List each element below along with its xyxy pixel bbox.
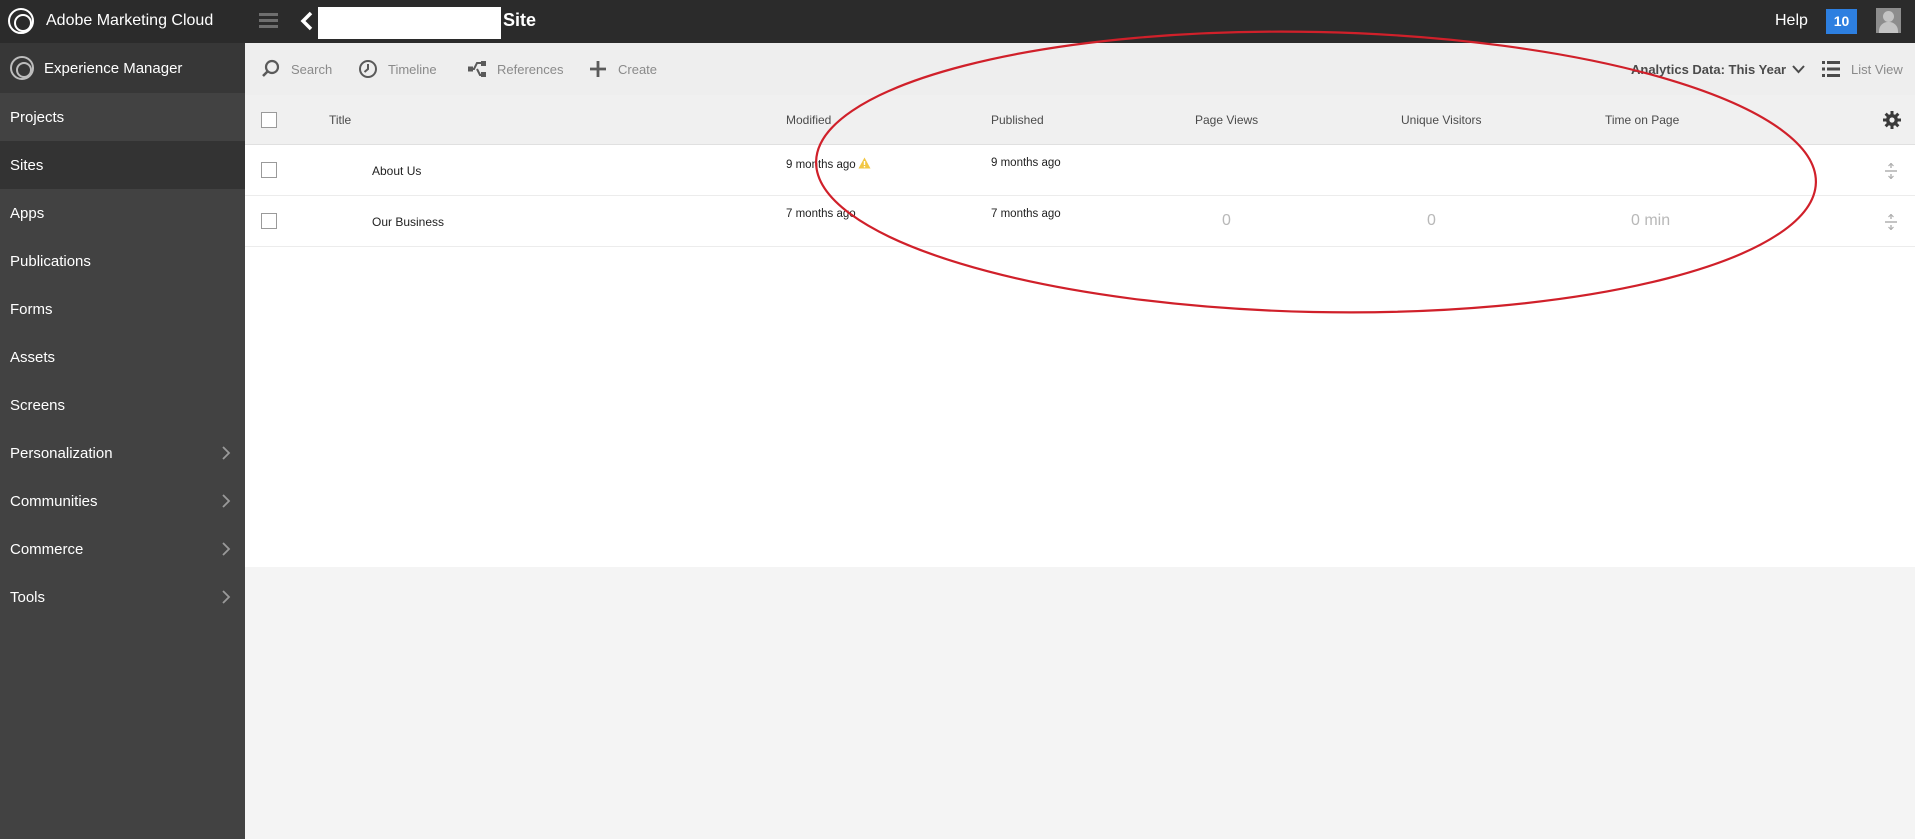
list-view-label: List View	[1851, 61, 1903, 77]
sidebar-item-forms[interactable]: Forms	[0, 285, 245, 333]
row-checkbox[interactable]	[261, 213, 277, 229]
menu-icon[interactable]	[259, 13, 278, 29]
sidebar-item-label: Publications	[10, 252, 91, 270]
chevron-right-icon	[222, 494, 231, 508]
sidebar-item-label: Screens	[10, 396, 66, 414]
search-button[interactable]: Search	[261, 43, 332, 95]
column-modified[interactable]: Modified	[786, 113, 831, 127]
column-unique-visitors[interactable]: Unique Visitors	[1401, 113, 1481, 127]
column-settings-gear-icon[interactable]	[1882, 110, 1902, 130]
analytics-data-dropdown[interactable]: Analytics Data: This Year	[1631, 43, 1805, 95]
sidebar-item-projects[interactable]: Projects	[0, 93, 245, 141]
sidebar-item-label: Forms	[10, 300, 53, 318]
list-view-button[interactable]: List View	[1821, 43, 1903, 95]
sidebar-item-label: Tools	[10, 588, 46, 606]
search-icon	[262, 59, 280, 77]
row-page-views: 0	[1222, 212, 1231, 229]
sidebar-item-apps[interactable]: Apps	[0, 189, 245, 237]
warning-icon	[858, 157, 871, 169]
select-all-checkbox[interactable]	[261, 112, 277, 128]
sidebar-item-label: Assets	[10, 348, 56, 366]
timeline-button[interactable]: Timeline	[358, 43, 437, 95]
notifications-badge[interactable]: 10	[1826, 9, 1857, 34]
row-modified: 7 months ago	[786, 208, 856, 220]
row-published: 7 months ago	[991, 208, 1061, 220]
column-published[interactable]: Published	[991, 113, 1044, 127]
brand[interactable]: Adobe Marketing Cloud	[8, 8, 213, 34]
redacted-site-name	[318, 7, 501, 39]
sites-table: Title Modified Published Page Views Uniq…	[245, 95, 1915, 567]
sidebar-item-sites[interactable]: Sites	[0, 141, 245, 189]
sidebar-item-communities[interactable]: Communities	[0, 477, 245, 525]
reorder-handle-icon[interactable]	[1884, 163, 1898, 179]
sidebar-item-label: Personalization	[10, 444, 113, 462]
user-avatar[interactable]	[1876, 8, 1901, 33]
back-chevron-icon[interactable]	[300, 11, 314, 31]
analytics-label: Analytics Data: This Year	[1631, 61, 1787, 77]
sidebar-item-commerce[interactable]: Commerce	[0, 525, 245, 573]
sidebar-item-tools[interactable]: Tools	[0, 573, 245, 621]
chevron-down-icon	[1792, 64, 1805, 73]
top-bar: Adobe Marketing Cloud Site Help 10	[0, 0, 1915, 43]
row-title[interactable]: Our Business	[372, 215, 444, 229]
sidebar-header[interactable]: Experience Manager	[0, 43, 245, 93]
row-published: 9 months ago	[991, 157, 1061, 169]
sidebar-item-label: Sites	[10, 156, 44, 174]
row-modified: 9 months ago	[786, 157, 871, 171]
row-modified-text: 9 months ago	[786, 159, 856, 171]
experience-manager-logo-icon	[10, 56, 34, 80]
table-row[interactable]: About Us 9 months ago 9 months ago	[245, 145, 1915, 196]
chevron-right-icon	[222, 590, 231, 604]
sidebar-item-screens[interactable]: Screens	[0, 381, 245, 429]
timeline-label: Timeline	[388, 61, 437, 77]
sidebar-header-label: Experience Manager	[44, 59, 183, 77]
row-title[interactable]: About Us	[372, 164, 421, 178]
column-title[interactable]: Title	[329, 113, 351, 127]
row-unique-visitors: 0	[1427, 212, 1436, 229]
brand-name: Adobe Marketing Cloud	[46, 12, 214, 29]
table-row[interactable]: Our Business 7 months ago 7 months ago 0…	[245, 196, 1915, 247]
reorder-handle-icon[interactable]	[1884, 214, 1898, 230]
plus-icon	[590, 61, 606, 77]
chevron-right-icon	[222, 542, 231, 556]
create-button[interactable]: Create	[588, 43, 657, 95]
column-page-views[interactable]: Page Views	[1195, 113, 1258, 127]
chevron-right-icon	[222, 446, 231, 460]
sidebar-item-label: Apps	[10, 204, 45, 222]
sidebar-item-label: Projects	[10, 108, 65, 126]
row-checkbox[interactable]	[261, 162, 277, 178]
references-button[interactable]: References	[467, 43, 563, 95]
clock-icon	[359, 60, 377, 78]
list-view-icon	[1822, 61, 1840, 77]
sidebar-item-label: Communities	[10, 492, 98, 510]
sidebar-item-personalization[interactable]: Personalization	[0, 429, 245, 477]
references-label: References	[497, 61, 564, 77]
sidebar-item-publications[interactable]: Publications	[0, 237, 245, 285]
action-toolbar: Search Timeline References Create Analyt…	[245, 43, 1915, 95]
page-title: Site	[503, 10, 537, 30]
sidebar-item-assets[interactable]: Assets	[0, 333, 245, 381]
references-icon	[468, 61, 486, 77]
column-time-on-page[interactable]: Time on Page	[1605, 113, 1679, 127]
adobe-marketing-cloud-logo-icon	[8, 8, 34, 34]
search-label: Search	[291, 61, 333, 77]
sidebar-item-label: Commerce	[10, 540, 84, 558]
row-time-on-page: 0 min	[1631, 212, 1671, 229]
table-header: Title Modified Published Page Views Uniq…	[245, 95, 1915, 145]
sidebar: Experience Manager Projects Sites Apps P…	[0, 43, 245, 839]
help-link[interactable]: Help	[1775, 12, 1808, 30]
create-label: Create	[618, 61, 658, 77]
